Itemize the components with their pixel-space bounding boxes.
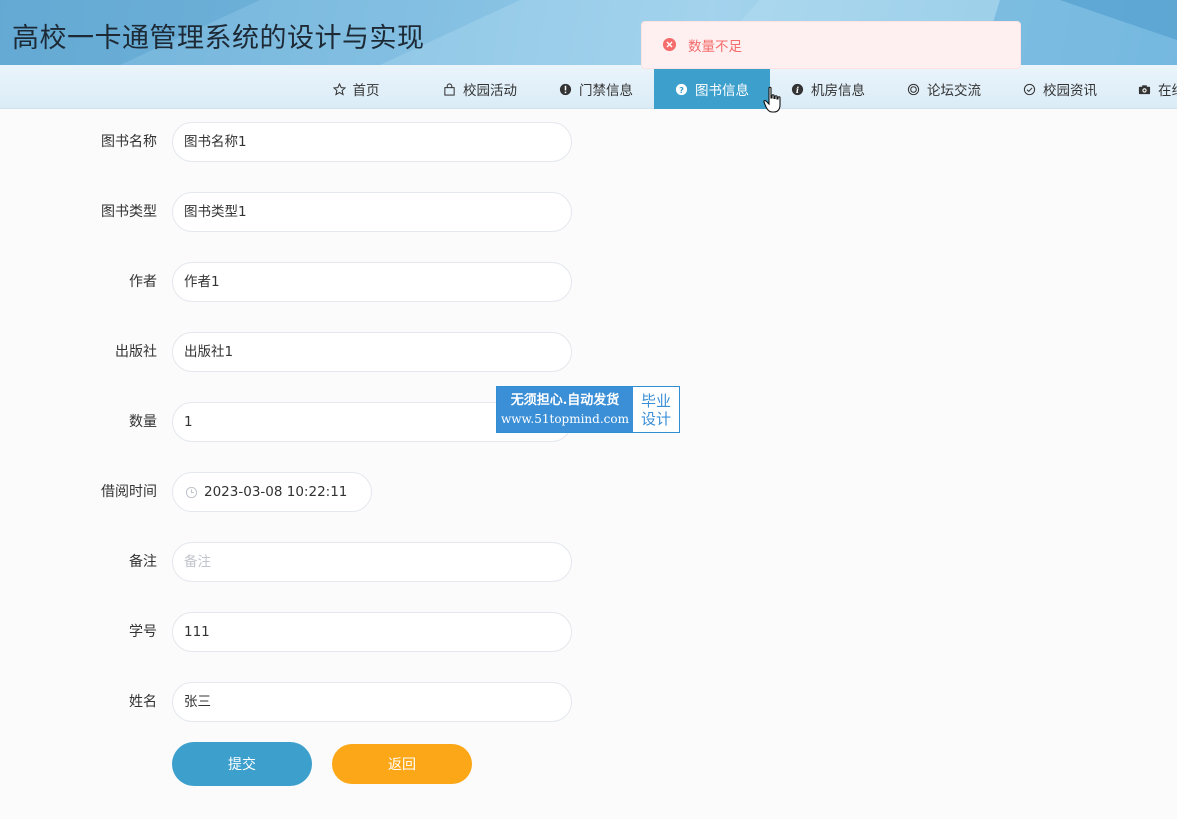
svg-text:i: i	[796, 84, 799, 94]
clock-icon	[185, 486, 198, 499]
watermark-side1: 毕业	[640, 391, 671, 410]
field-label: 借阅时间	[101, 484, 157, 500]
watermark-line2: www.51topmind.com	[501, 411, 629, 426]
svg-text:?: ?	[679, 84, 684, 94]
form-row-name: 姓名 张三	[0, 682, 700, 722]
question-circle-icon: ?	[675, 83, 688, 96]
nav-item-book-info[interactable]: ? 图书信息	[654, 69, 770, 109]
info-circle-icon: i	[791, 83, 804, 96]
field-label: 图书类型	[101, 204, 157, 220]
nav-label: 首页	[352, 83, 380, 99]
book-name-input[interactable]: 图书名称1	[172, 122, 572, 162]
field-label: 学号	[129, 624, 157, 640]
nav-item-campus-news[interactable]: 校园资讯	[1010, 69, 1110, 109]
submit-button[interactable]: 提交	[172, 742, 312, 786]
ring-icon	[907, 83, 920, 96]
back-button[interactable]: 返回	[332, 744, 472, 784]
nav-item-online[interactable]: 在线	[1130, 69, 1177, 109]
watermark-left: 无须担心.自动发货 www.51topmind.com	[497, 387, 633, 432]
name-input[interactable]: 张三	[172, 682, 572, 722]
nav-label: 论坛交流	[927, 83, 981, 99]
form-row-author: 作者 作者1	[0, 262, 700, 302]
nav-item-computer-room[interactable]: i 机房信息	[778, 69, 878, 109]
camera-icon	[1138, 83, 1151, 96]
student-id-input[interactable]: 111	[172, 612, 572, 652]
form-row-book-name: 图书名称 图书名称1	[0, 122, 700, 162]
field-label: 备注	[129, 554, 157, 570]
form-row-remark: 备注 备注	[0, 542, 700, 582]
hand-cursor-icon	[763, 86, 781, 113]
nav-item-forum[interactable]: 论坛交流	[894, 69, 994, 109]
form-row-book-type: 图书类型 图书类型1	[0, 192, 700, 232]
remark-input[interactable]: 备注	[172, 542, 572, 582]
nav-label: 在线	[1158, 83, 1177, 99]
field-label: 作者	[129, 274, 157, 290]
nav-label: 机房信息	[811, 83, 865, 99]
star-icon	[332, 82, 346, 96]
nav-label: 校园资讯	[1043, 83, 1097, 99]
close-circle-icon	[662, 37, 678, 53]
book-type-input[interactable]: 图书类型1	[172, 192, 572, 232]
main-nav: 首页 校园活动 门禁信息 ? 图书信息 i 机房信息 论坛交流 校园资讯 在	[0, 65, 1177, 109]
watermark-badge: 无须担心.自动发货 www.51topmind.com 毕业 设计	[496, 386, 680, 433]
publisher-input[interactable]: 出版社1	[172, 332, 572, 372]
check-circle-icon	[1023, 83, 1036, 96]
error-toast: 数量不足	[641, 21, 1021, 69]
bag-icon	[443, 82, 456, 96]
nav-label: 门禁信息	[579, 83, 633, 99]
toast-message: 数量不足	[688, 39, 742, 55]
nav-label: 图书信息	[695, 83, 749, 99]
nav-label: 校园活动	[463, 83, 517, 99]
page-title: 高校一卡通管理系统的设计与实现	[12, 23, 425, 54]
borrow-time-picker[interactable]: 2023-03-08 10:22:11	[172, 472, 372, 512]
watermark-side2: 设计	[640, 409, 671, 428]
form-row-borrow-time: 借阅时间 2023-03-08 10:22:11	[0, 472, 700, 512]
form-row-publisher: 出版社 出版社1	[0, 332, 700, 372]
nav-item-home[interactable]: 首页	[316, 69, 396, 109]
form-row-student-id: 学号 111	[0, 612, 700, 652]
nav-item-campus-activity[interactable]: 校园活动	[430, 69, 530, 109]
watermark-right: 毕业 设计	[633, 387, 679, 432]
field-label: 姓名	[129, 694, 157, 710]
borrow-time-value: 2023-03-08 10:22:11	[204, 484, 348, 500]
field-label: 数量	[129, 414, 157, 430]
author-input[interactable]: 作者1	[172, 262, 572, 302]
alert-circle-icon	[559, 83, 572, 96]
nav-item-access-control[interactable]: 门禁信息	[546, 69, 646, 109]
field-label: 出版社	[115, 344, 157, 360]
watermark-line1: 无须担心.自动发货	[510, 392, 620, 408]
field-label: 图书名称	[101, 134, 157, 150]
